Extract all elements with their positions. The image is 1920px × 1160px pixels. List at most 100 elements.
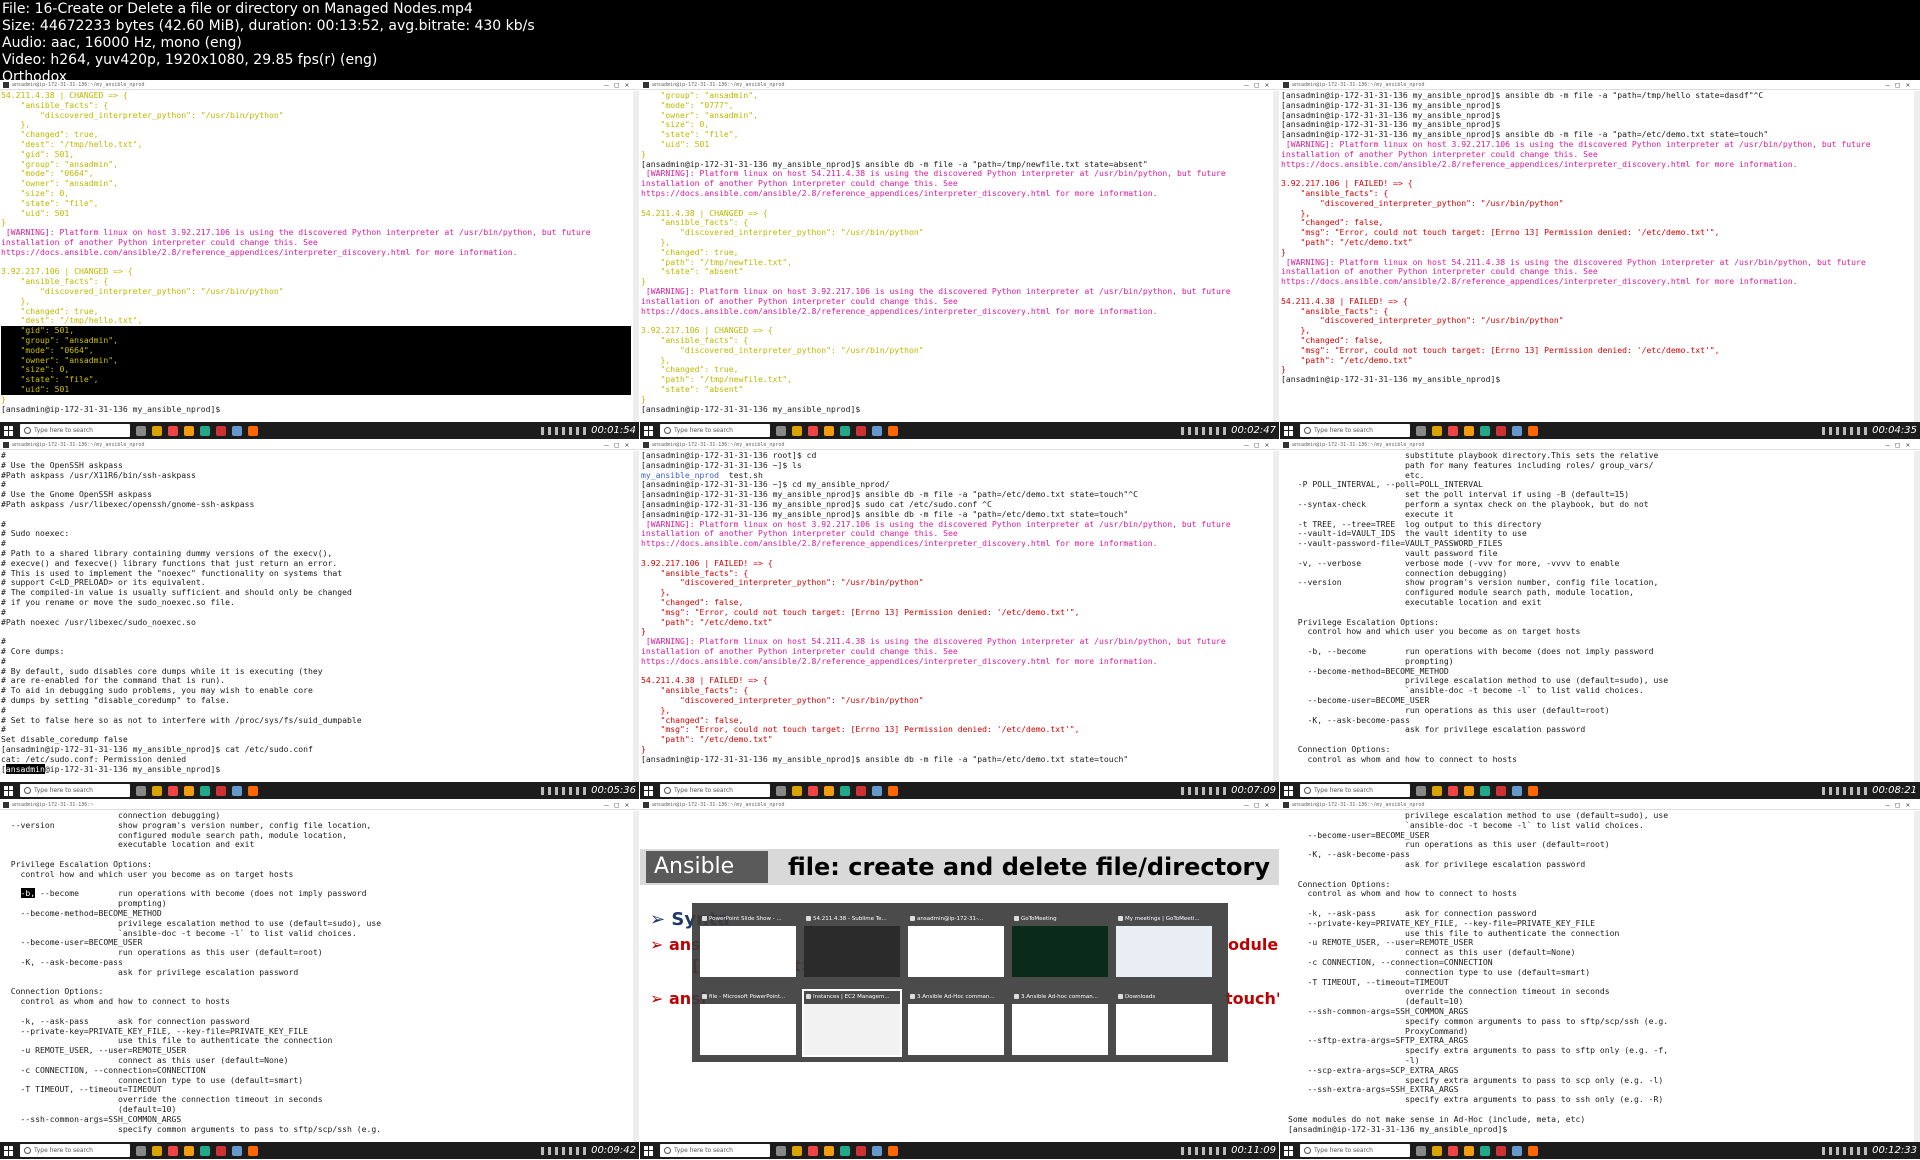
sublime-icon[interactable]	[216, 425, 226, 436]
terminal-output[interactable]: [ansadmin@ip-172-31-31-136 root]$ cd [ans…	[640, 451, 1279, 782]
gotomeeting-icon[interactable]	[888, 785, 898, 796]
task-view-icon[interactable]	[1416, 785, 1426, 796]
task-view-icon[interactable]	[1416, 1145, 1426, 1156]
window-controls[interactable]: –□✕	[1885, 440, 1916, 450]
scrollbar[interactable]	[633, 811, 639, 1142]
window-controls[interactable]: –□✕	[1244, 440, 1275, 450]
firefox-icon[interactable]	[824, 1145, 834, 1156]
alt-tab-switcher[interactable]: PowerPoint Slide Show - ... 54.211.4.38 -…	[692, 903, 1228, 1062]
scrollbar[interactable]	[1273, 91, 1279, 422]
putty-icon[interactable]	[1480, 785, 1490, 796]
task-view-icon[interactable]	[776, 1145, 786, 1156]
firefox-icon[interactable]	[824, 785, 834, 796]
windows-icon[interactable]	[4, 1145, 14, 1156]
chrome-icon[interactable]	[808, 425, 818, 436]
scrollbar[interactable]	[1914, 811, 1920, 1142]
sublime-icon[interactable]	[216, 785, 226, 796]
search-input[interactable]: Type here to search	[20, 424, 130, 437]
windows-icon[interactable]	[1284, 425, 1294, 436]
task-view-icon[interactable]	[136, 785, 146, 796]
scrollbar[interactable]	[1273, 451, 1279, 782]
window-thumbnail[interactable]: file - Microsoft PowerPoint...	[700, 991, 796, 1055]
search-input[interactable]: Type here to search	[20, 1144, 130, 1157]
chrome-icon[interactable]	[168, 1145, 178, 1156]
putty-icon[interactable]	[840, 1145, 850, 1156]
powerpoint-icon[interactable]	[1512, 785, 1522, 796]
file-explorer-icon[interactable]	[792, 425, 802, 436]
windows-icon[interactable]	[4, 425, 14, 436]
sublime-icon[interactable]	[856, 785, 866, 796]
window-thumbnail[interactable]: 3.Ansible Ad-Hoc comman...	[908, 991, 1004, 1055]
scrollbar[interactable]	[1914, 91, 1920, 422]
sublime-icon[interactable]	[216, 1145, 226, 1156]
putty-icon[interactable]	[200, 425, 210, 436]
chrome-icon[interactable]	[1448, 425, 1458, 436]
powerpoint-icon[interactable]	[872, 785, 882, 796]
putty-icon[interactable]	[1480, 1145, 1490, 1156]
file-explorer-icon[interactable]	[152, 1145, 162, 1156]
gotomeeting-icon[interactable]	[248, 785, 258, 796]
file-explorer-icon[interactable]	[1432, 785, 1442, 796]
powerpoint-icon[interactable]	[872, 425, 882, 436]
window-controls[interactable]: –□✕	[604, 80, 635, 90]
file-explorer-icon[interactable]	[1432, 1145, 1442, 1156]
firefox-icon[interactable]	[184, 1145, 194, 1156]
terminal-output[interactable]: 54.211.4.38 | CHANGED => { "ansible_fact…	[0, 91, 639, 422]
window-controls[interactable]: –□✕	[1244, 80, 1275, 90]
terminal-output[interactable]: "group": "ansadmin", "mode": "0777", "ow…	[640, 91, 1279, 422]
windows-icon[interactable]	[1284, 1145, 1294, 1156]
window-controls[interactable]: –□✕	[604, 440, 635, 450]
file-explorer-icon[interactable]	[152, 785, 162, 796]
terminal-output[interactable]: [ansadmin@ip-172-31-31-136 my_ansible_np…	[1280, 91, 1920, 422]
search-input[interactable]: Type here to search	[1300, 1144, 1410, 1157]
gotomeeting-icon[interactable]	[248, 425, 258, 436]
powerpoint-icon[interactable]	[1512, 1145, 1522, 1156]
terminal-output[interactable]: # # Use the OpenSSH askpass #Path askpass …	[0, 451, 639, 782]
windows-icon[interactable]	[4, 785, 14, 796]
putty-icon[interactable]	[200, 785, 210, 796]
chrome-icon[interactable]	[1448, 1145, 1458, 1156]
putty-icon[interactable]	[840, 785, 850, 796]
windows-icon[interactable]	[1284, 785, 1294, 796]
window-thumbnail[interactable]: PowerPoint Slide Show - ...	[700, 913, 796, 977]
task-view-icon[interactable]	[776, 785, 786, 796]
firefox-icon[interactable]	[184, 425, 194, 436]
sublime-icon[interactable]	[856, 425, 866, 436]
chrome-icon[interactable]	[1448, 785, 1458, 796]
window-controls[interactable]: –□✕	[1885, 80, 1916, 90]
task-view-icon[interactable]	[1416, 425, 1426, 436]
powerpoint-icon[interactable]	[1512, 425, 1522, 436]
powerpoint-icon[interactable]	[872, 1145, 882, 1156]
window-thumbnail[interactable]: GoToMeeting	[1012, 913, 1108, 977]
gotomeeting-icon[interactable]	[1528, 1145, 1538, 1156]
task-view-icon[interactable]	[776, 425, 786, 436]
search-input[interactable]: Type here to search	[1300, 784, 1410, 797]
firefox-icon[interactable]	[184, 785, 194, 796]
file-explorer-icon[interactable]	[1432, 425, 1442, 436]
gotomeeting-icon[interactable]	[248, 1145, 258, 1156]
search-input[interactable]: Type here to search	[1300, 424, 1410, 437]
task-view-icon[interactable]	[136, 1145, 146, 1156]
window-thumbnail[interactable]: My meetings | GoToMeeti...	[1116, 913, 1212, 977]
window-controls[interactable]: –□✕	[1885, 800, 1916, 810]
window-thumbnail[interactable]: ansadmin@ip-172-31-...	[908, 913, 1004, 977]
scrollbar[interactable]	[633, 451, 639, 782]
terminal-output[interactable]: substitute playbook directory.This sets …	[1280, 451, 1920, 782]
chrome-icon[interactable]	[168, 425, 178, 436]
windows-icon[interactable]	[644, 785, 654, 796]
gotomeeting-icon[interactable]	[888, 1145, 898, 1156]
chrome-icon[interactable]	[808, 785, 818, 796]
sublime-icon[interactable]	[856, 1145, 866, 1156]
gotomeeting-icon[interactable]	[1528, 425, 1538, 436]
putty-icon[interactable]	[200, 1145, 210, 1156]
gotomeeting-icon[interactable]	[1528, 785, 1538, 796]
search-input[interactable]: Type here to search	[660, 424, 770, 437]
firefox-icon[interactable]	[824, 425, 834, 436]
window-thumbnail[interactable]: 54.211.4.38 - Sublime Te...	[804, 913, 900, 977]
powerpoint-icon[interactable]	[232, 785, 242, 796]
window-controls[interactable]: –□✕	[1244, 800, 1275, 810]
gotomeeting-icon[interactable]	[888, 425, 898, 436]
firefox-icon[interactable]	[1464, 785, 1474, 796]
firefox-icon[interactable]	[1464, 1145, 1474, 1156]
terminal-output[interactable]: privilege escalation method to use (defa…	[1280, 811, 1920, 1142]
